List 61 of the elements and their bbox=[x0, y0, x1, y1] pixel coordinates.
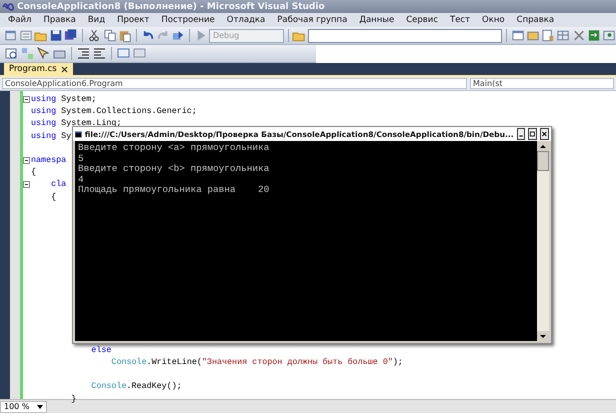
minimize-icon[interactable] bbox=[516, 128, 526, 140]
cut-icon[interactable] bbox=[87, 28, 102, 43]
code-line: namespa bbox=[31, 155, 66, 166]
copy-icon[interactable] bbox=[102, 28, 117, 43]
code-line: } bbox=[70, 394, 76, 404]
code-line: using System.Linq; bbox=[31, 118, 122, 128]
console-icon bbox=[75, 130, 82, 138]
scroll-thumb[interactable] bbox=[537, 151, 549, 171]
indent-icon[interactable] bbox=[76, 46, 91, 61]
scrollbar[interactable] bbox=[537, 141, 549, 341]
code-line: { bbox=[50, 192, 56, 202]
tools-icon[interactable] bbox=[572, 28, 586, 43]
menu-item[interactable]: Проект bbox=[111, 15, 156, 25]
search-dropdown[interactable] bbox=[308, 28, 502, 42]
menu-item[interactable]: Отладка bbox=[220, 15, 272, 25]
code-line: using Sy bbox=[31, 130, 72, 141]
menu-item[interactable]: Сервис bbox=[400, 15, 444, 25]
console-output-line: 4 bbox=[78, 174, 85, 185]
member-dropdown[interactable]: Main(st bbox=[470, 78, 614, 89]
window-title: ConsoleApplication8 (Выполнение) - Microsoft Visual Studio bbox=[17, 2, 325, 12]
code-line: { bbox=[31, 167, 36, 178]
grid-icon[interactable] bbox=[556, 28, 571, 43]
console-output-line: Введите сторону <b> прямоугольника bbox=[78, 164, 270, 174]
code-line: using System.Collections.Generic; bbox=[31, 106, 197, 116]
close-icon[interactable] bbox=[540, 128, 549, 140]
collapse-icon[interactable] bbox=[23, 96, 30, 103]
console-output-line: 5 bbox=[78, 154, 85, 164]
dropdown-arrow-icon[interactable] bbox=[37, 404, 44, 408]
code-line: else bbox=[90, 344, 112, 355]
close-icon[interactable] bbox=[60, 66, 68, 72]
menu-item[interactable]: Справка bbox=[510, 15, 560, 25]
code-line: cla bbox=[50, 179, 66, 190]
code-line: using System; bbox=[31, 94, 96, 104]
collapse-icon[interactable] bbox=[23, 156, 30, 164]
document-tab[interactable]: Program.cs bbox=[4, 63, 73, 75]
menu-item[interactable]: Построение bbox=[155, 15, 221, 25]
code-line: Console.WriteLine("Значения сторон должны быть больше 0"); bbox=[110, 356, 403, 367]
scroll-up-icon[interactable] bbox=[537, 141, 549, 151]
menu-item[interactable]: Данные bbox=[353, 15, 400, 25]
find-icon[interactable] bbox=[4, 46, 19, 61]
app-logo-icon bbox=[2, 2, 14, 10]
menu-item[interactable]: Рабочая группа bbox=[271, 15, 354, 25]
code-line: Console.ReadKey(); bbox=[90, 381, 182, 392]
maximize-icon[interactable] bbox=[528, 128, 538, 140]
console-output-line: Введите сторону <a> прямоугольника bbox=[78, 143, 270, 154]
type-dropdown[interactable]: ConsoleApplication6.Program bbox=[2, 78, 467, 89]
console-output-line: Площадь прямоугольника равна 20 bbox=[78, 185, 270, 196]
menu-item[interactable]: Окно bbox=[476, 15, 511, 25]
window-icon[interactable] bbox=[511, 28, 526, 43]
menu-item[interactable]: Тест bbox=[444, 15, 476, 25]
save-icon[interactable] bbox=[49, 28, 64, 43]
menu-item[interactable]: Правка bbox=[37, 15, 82, 25]
document-lock-icon[interactable] bbox=[541, 28, 556, 43]
outdent-icon[interactable] bbox=[92, 46, 107, 61]
menu-item[interactable]: Вид bbox=[82, 15, 112, 25]
scroll-down-icon[interactable] bbox=[537, 331, 549, 341]
person-window-icon[interactable] bbox=[602, 28, 616, 43]
new-project-icon[interactable] bbox=[4, 28, 18, 43]
collapse-icon[interactable] bbox=[23, 180, 30, 188]
zoom-dropdown[interactable]: 100 % bbox=[0, 400, 48, 412]
menu-item[interactable]: Файл bbox=[2, 15, 38, 25]
